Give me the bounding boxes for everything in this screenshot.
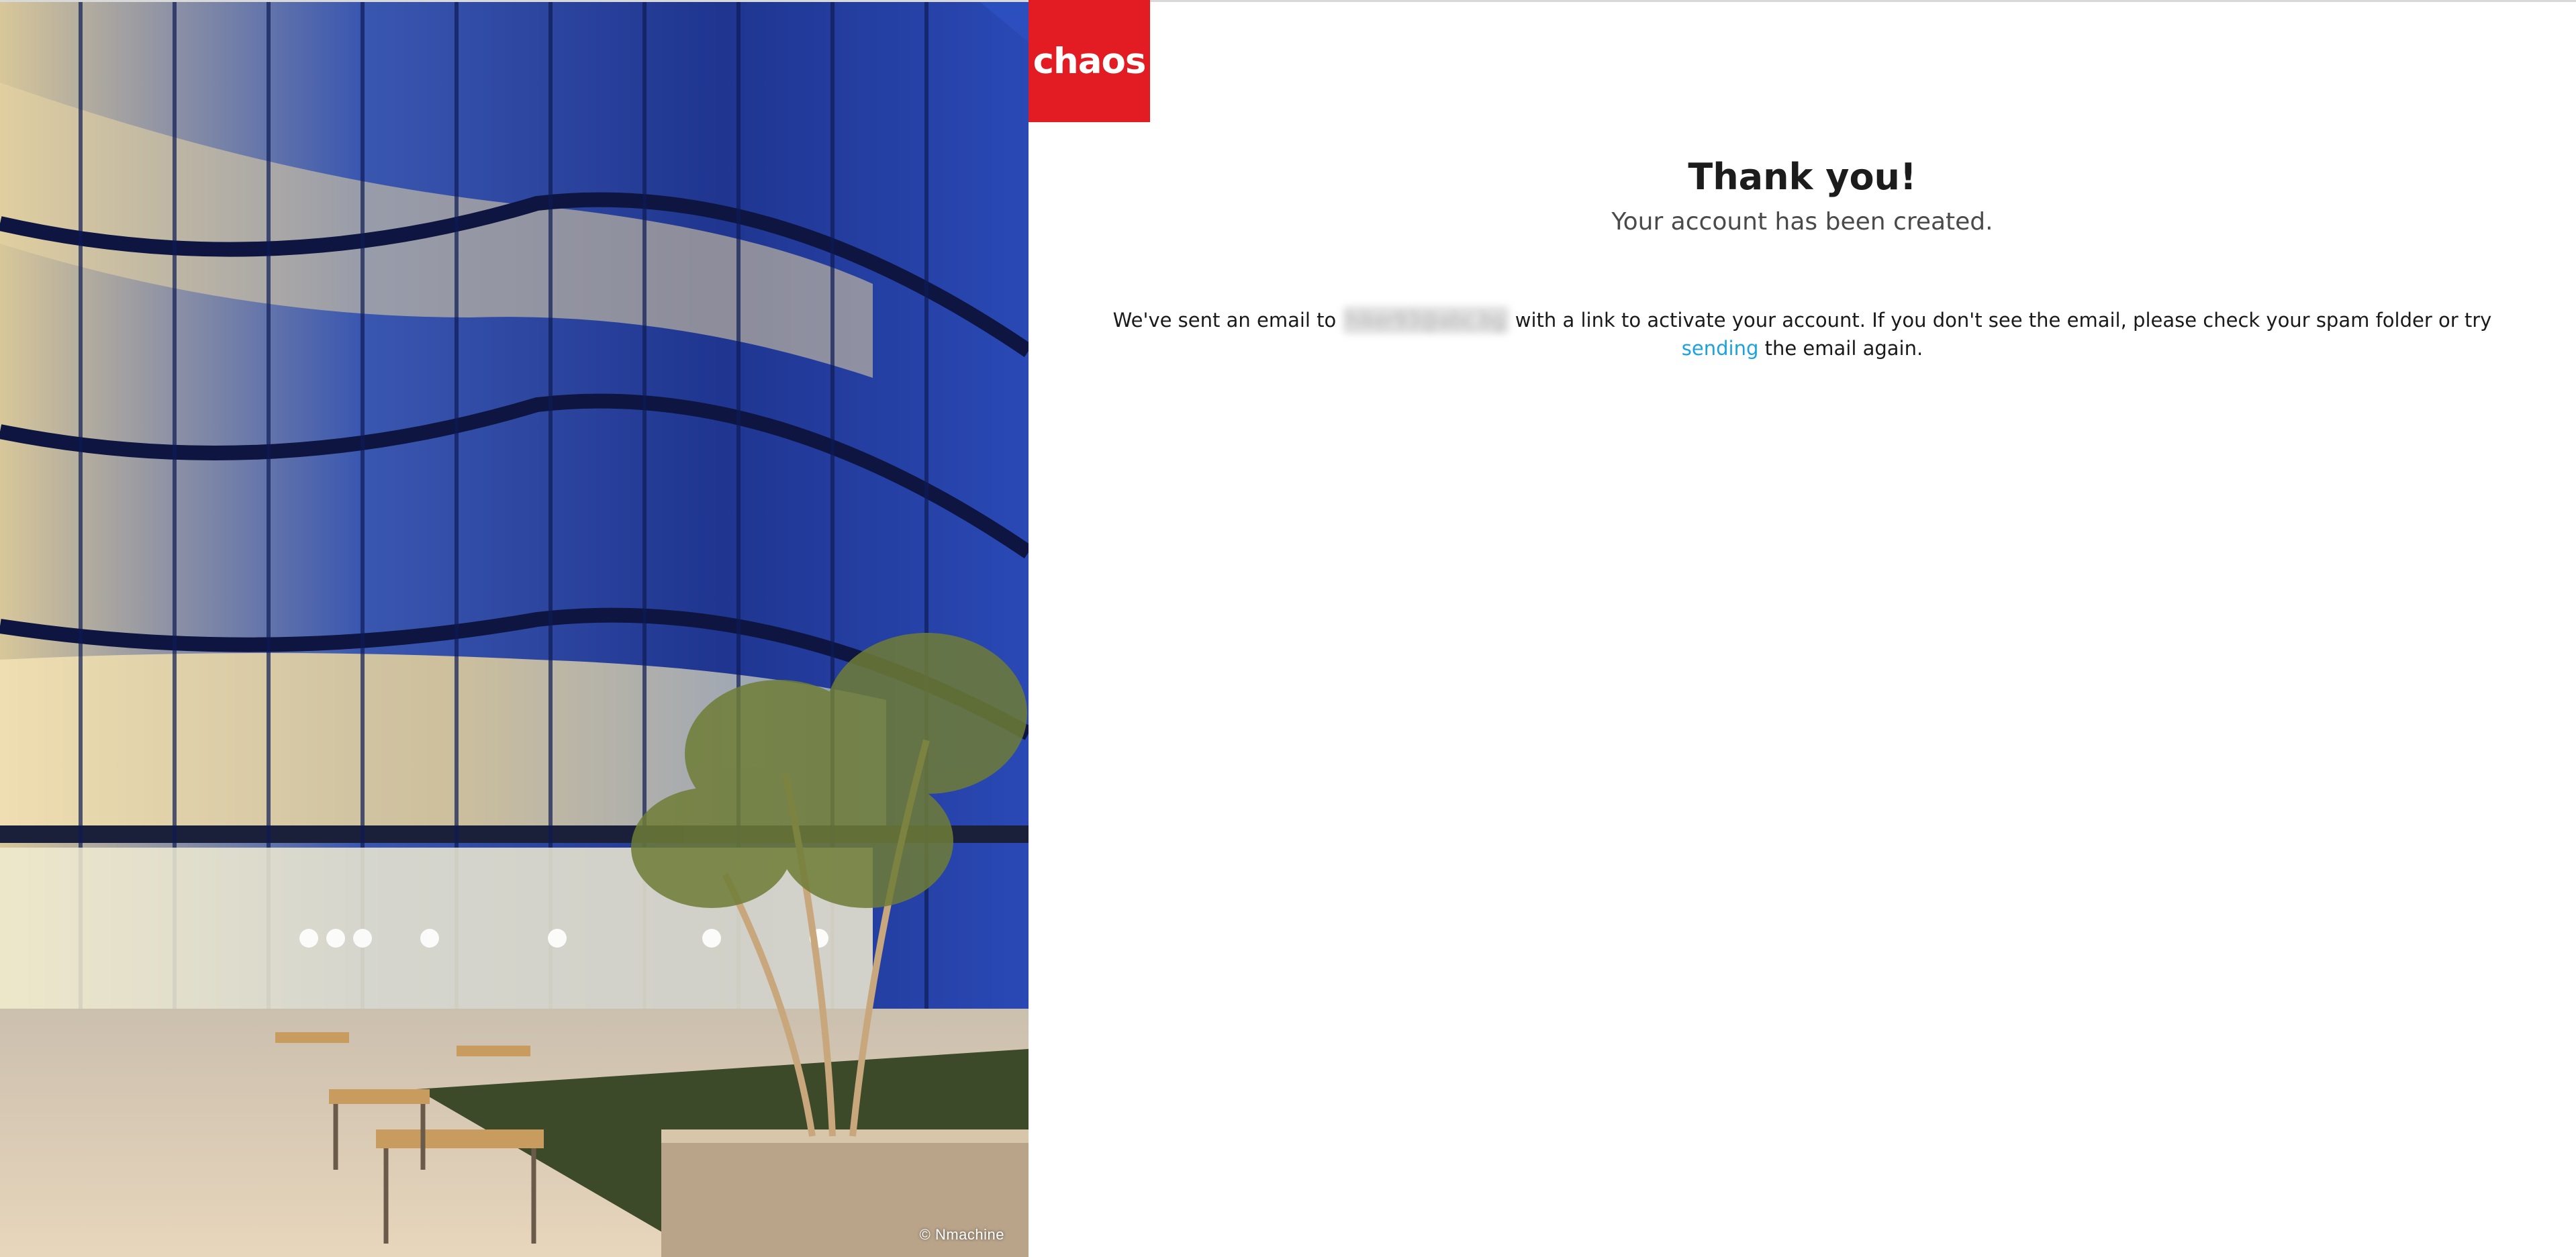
message-text-middle: with a link to activate your account. If… [1509,309,2492,332]
photo-credit: © Nmachine [919,1226,1004,1243]
message-text-before: We've sent an email to [1112,309,1343,332]
building-illustration [0,2,1029,1257]
email-address: hiker93@abc.bg [1342,306,1509,334]
page-subtitle: Your account has been created. [1611,208,1993,236]
message-text-after: the email again. [1758,337,1923,360]
resend-email-link[interactable]: sending [1682,337,1759,360]
hero-image: © Nmachine [0,2,1029,1257]
page: © Nmachine chaos Thank you! Your account… [0,0,2576,1257]
page-title: Thank you! [1688,156,1917,198]
activation-message: We've sent an email to hiker93@abc.bg wi… [1099,306,2506,362]
confirmation-panel: Thank you! Your account has been created… [1029,0,2576,1257]
